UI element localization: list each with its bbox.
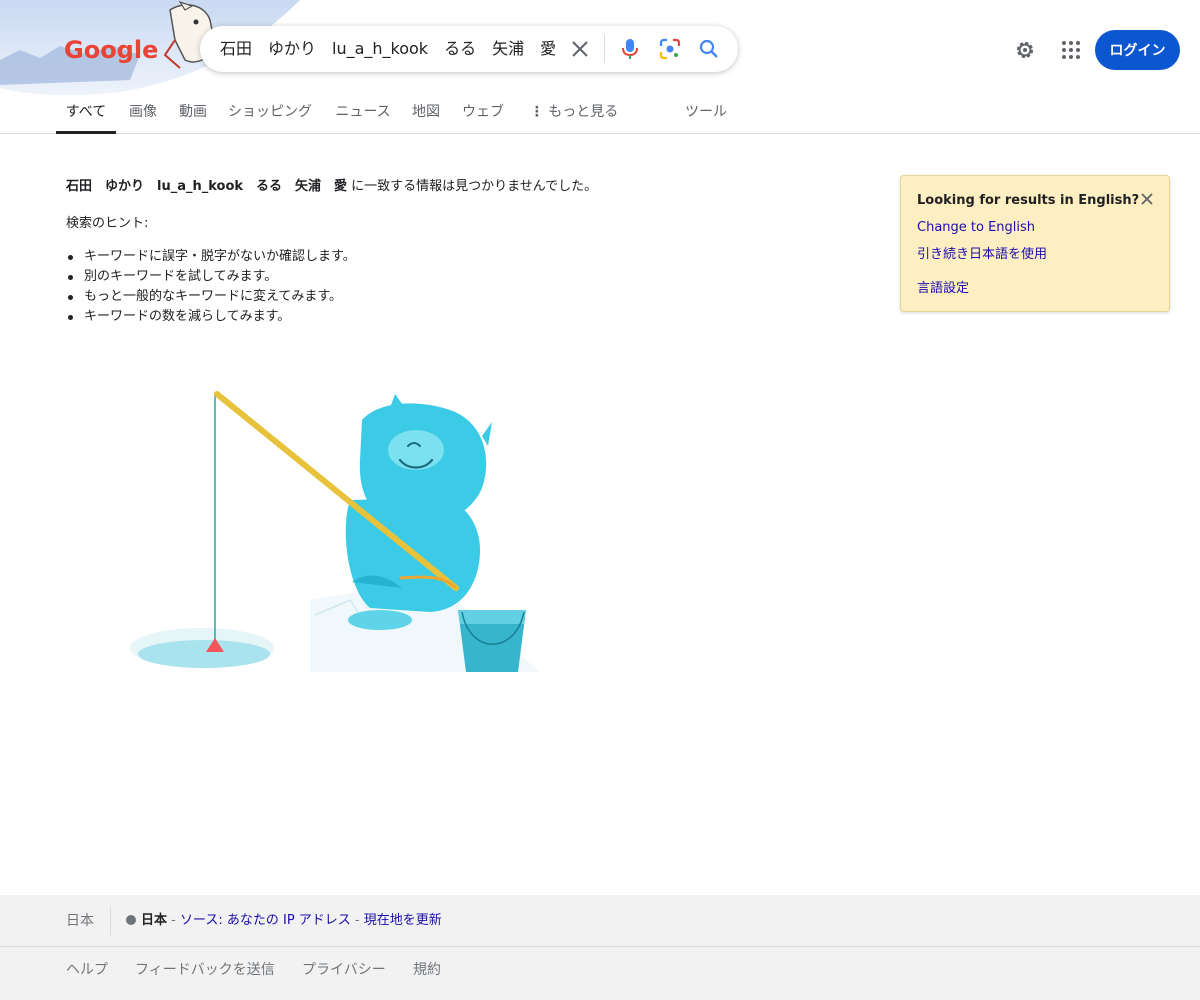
hint-item: もっと一般的なキーワードに変えてみます。 (66, 287, 786, 307)
language-settings-link[interactable]: 言語設定 (917, 277, 969, 296)
tab-news[interactable]: ニュース (330, 92, 396, 133)
footer-privacy-link[interactable]: プライバシー (302, 959, 386, 979)
apps-grid-icon[interactable] (1052, 31, 1090, 69)
footer-help-link[interactable]: ヘルプ (66, 959, 108, 979)
close-icon[interactable] (1137, 189, 1157, 209)
gear-icon[interactable] (1006, 31, 1044, 69)
footer-country: 日本 (66, 913, 94, 929)
fishing-monster-illustration (120, 380, 560, 680)
logo-text: Google (64, 36, 158, 64)
change-to-english-link[interactable]: Change to English (917, 220, 1035, 235)
hint-item: キーワードの数を減らしてみます。 (66, 307, 786, 327)
login-button[interactable]: ログイン (1095, 30, 1180, 70)
location-dot-icon (126, 915, 136, 925)
no-results-message: 石田 ゆかり lu_a_h_kook るる 矢浦 愛 に一致する情報は見つかりま… (66, 178, 786, 196)
tab-more-label: もっと見る (548, 104, 619, 120)
footer-location-row: 日本 日本 - ソース: あなたの IP アドレス - 現在地を更新 (0, 895, 1200, 947)
search-icon[interactable] (689, 26, 729, 72)
search-divider (604, 35, 605, 63)
no-results-query: 石田 ゆかり lu_a_h_kook るる 矢浦 愛 (66, 179, 348, 194)
location-country: 日本 (141, 913, 168, 928)
location-separator: - (167, 913, 180, 928)
tab-more[interactable]: ⋮ もっと見る (526, 92, 622, 133)
more-vert-icon: ⋮ (529, 104, 544, 120)
tab-shopping[interactable]: ショッピング (224, 92, 316, 133)
language-suggestion-box: Looking for results in English? Change t… (900, 175, 1170, 312)
tab-maps[interactable]: 地図 (406, 92, 446, 133)
hint-item: キーワードに誤字・脱字がないか確認します。 (66, 247, 786, 267)
camera-lens-icon[interactable] (650, 26, 690, 72)
footer-divider (110, 907, 111, 935)
tab-web[interactable]: ウェブ (456, 92, 510, 133)
update-location-link[interactable]: 現在地を更新 (364, 913, 442, 928)
close-icon[interactable] (560, 26, 600, 72)
search-box[interactable]: 石田 ゆかり lu_a_h_kook るる 矢浦 愛 (200, 26, 738, 72)
search-input[interactable]: 石田 ゆかり lu_a_h_kook るる 矢浦 愛 (220, 26, 556, 72)
footer-terms-link[interactable]: 規約 (413, 959, 441, 979)
hint-item: 別のキーワードを試してみます。 (66, 267, 786, 287)
location-separator: - (350, 913, 364, 928)
keep-japanese-link[interactable]: 引き続き日本語を使用 (917, 243, 1047, 262)
language-box-title: Looking for results in English? (917, 193, 1140, 208)
location-info: 日本 - ソース: あなたの IP アドレス - 現在地を更新 (126, 895, 442, 947)
hint-list: キーワードに誤字・脱字がないか確認します。 別のキーワードを試してみます。 もっ… (66, 247, 786, 327)
results-area: 石田 ゆかり lu_a_h_kook るる 矢浦 愛 に一致する情報は見つかりま… (66, 178, 786, 327)
tab-all[interactable]: すべて (56, 92, 116, 134)
tab-videos[interactable]: 動画 (174, 92, 212, 133)
hint-title: 検索のヒント: (66, 216, 149, 231)
footer: 日本 日本 - ソース: あなたの IP アドレス - 現在地を更新 ヘルプ フ… (0, 895, 1200, 1000)
tab-tools[interactable]: ツール (680, 92, 732, 133)
no-results-suffix: に一致する情報は見つかりませんでした。 (347, 179, 598, 194)
microphone-icon[interactable] (610, 26, 650, 72)
footer-feedback-link[interactable]: フィードバックを送信 (135, 959, 275, 979)
tab-images[interactable]: 画像 (124, 92, 162, 133)
search-tabs: すべて 画像 動画 ショッピング ニュース 地図 ウェブ ⋮ もっと見る ツール (0, 92, 1200, 134)
location-source-link[interactable]: ソース: あなたの IP アドレス (180, 913, 351, 928)
